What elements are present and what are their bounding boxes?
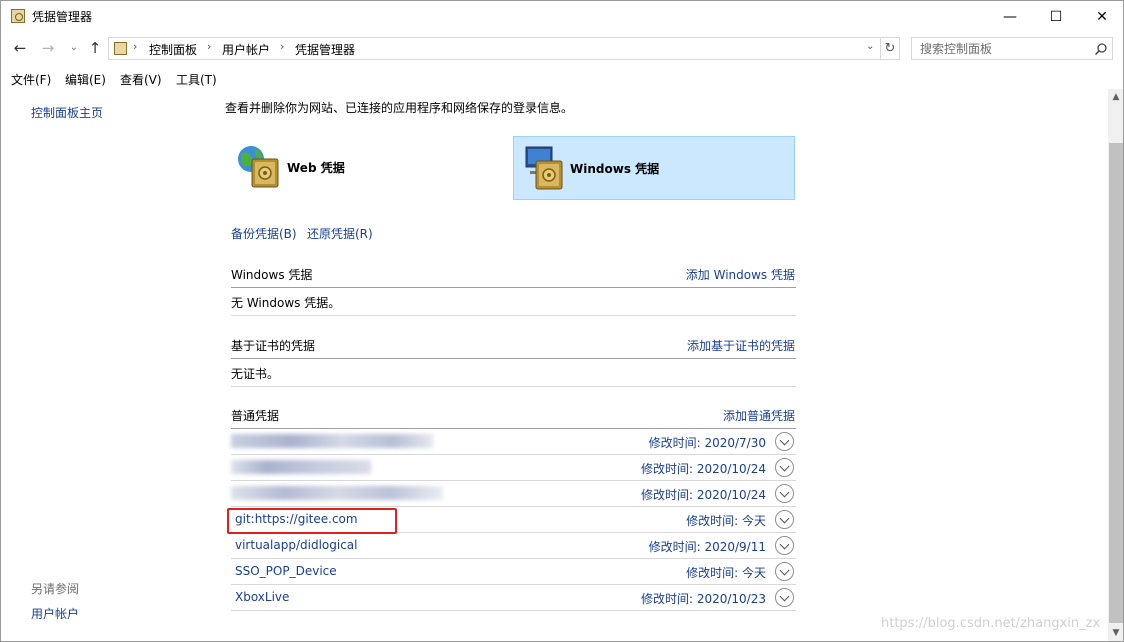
menu-file[interactable]: 文件(F) [11, 71, 51, 88]
close-button[interactable]: ✕ [1079, 1, 1123, 32]
breadcrumb-separator[interactable]: › [280, 40, 284, 53]
chevron-down-circle-icon[interactable] [775, 562, 794, 581]
credential-manager-window: 凭据管理器 — ☐ ✕ ← → ⌄ ↑ › 控制面板 › 用户帐户 › 凭据管理… [0, 0, 1124, 642]
add-generic-credential-link[interactable]: 添加普通凭据 [723, 407, 795, 424]
recent-locations-chevron-icon[interactable]: ⌄ [65, 39, 83, 57]
breadcrumb-control-panel[interactable]: 控制面板 [149, 41, 197, 58]
credential-row[interactable]: 修改时间: 2020/7/30 [231, 429, 796, 455]
section-divider [231, 315, 796, 316]
credential-modified-date: 修改时间: 今天 [686, 514, 766, 528]
refresh-icon[interactable]: ↻ [881, 37, 900, 60]
chevron-down-circle-icon[interactable] [775, 510, 794, 529]
credential-name[interactable]: virtualapp/didlogical [235, 538, 357, 552]
back-arrow-icon[interactable]: ← [11, 39, 29, 57]
menu-bar: 文件(F) 编辑(E) 查看(V) 工具(T) [1, 68, 1123, 88]
breadcrumb-user-accounts[interactable]: 用户帐户 [222, 41, 270, 58]
scroll-up-arrow-icon[interactable]: ▲ [1108, 89, 1123, 106]
windows-credentials-empty-text: 无 Windows 凭据。 [231, 296, 341, 310]
windows-credentials-section-title: Windows 凭据 [231, 268, 313, 282]
credential-row[interactable]: SSO_POP_Device 修改时间: 今天 [231, 559, 796, 585]
highlight-annotation-box [227, 508, 397, 534]
watermark-text: https://blog.csdn.net/zhangxin_zx [881, 616, 1101, 631]
chevron-down-circle-icon[interactable] [775, 432, 794, 451]
intro-text: 查看并删除你为网站、已连接的应用程序和网络保存的登录信息。 [225, 101, 574, 115]
section-divider [231, 386, 796, 387]
generic-credentials-section-title: 普通凭据 [231, 409, 280, 423]
address-dropdown-icon[interactable]: ⌄ [866, 41, 874, 52]
backup-credentials-link[interactable]: 备份凭据(B) [231, 225, 297, 242]
minimize-button[interactable]: — [987, 1, 1033, 32]
menu-view[interactable]: 查看(V) [120, 71, 162, 88]
maximize-button[interactable]: ☐ [1033, 1, 1079, 32]
add-certificate-credential-link[interactable]: 添加基于证书的凭据 [687, 337, 795, 354]
breadcrumb-credential-manager[interactable]: 凭据管理器 [295, 41, 355, 58]
search-input[interactable] [920, 41, 1090, 57]
breadcrumb-separator[interactable]: › [133, 40, 137, 53]
certificate-credentials-empty-text: 无证书。 [231, 367, 280, 381]
certificate-credentials-section-title: 基于证书的凭据 [231, 339, 316, 353]
address-bar[interactable]: › 控制面板 › 用户帐户 › 凭据管理器 ⌄ [108, 37, 881, 60]
chevron-down-circle-icon[interactable] [775, 536, 794, 555]
section-divider [231, 287, 796, 288]
credential-row[interactable]: virtualapp/didlogical 修改时间: 2020/9/11 [231, 533, 796, 559]
credential-modified-date: 修改时间: 2020/10/24 [640, 462, 766, 476]
credential-modified-date: 修改时间: 2020/7/30 [648, 436, 766, 450]
breadcrumb-separator[interactable]: › [207, 40, 211, 53]
redacted-credential-name [231, 434, 433, 448]
see-also-heading: 另请参阅 [31, 582, 80, 596]
restore-credentials-link[interactable]: 还原凭据(R) [307, 225, 373, 242]
credential-row[interactable]: 修改时间: 2020/10/24 [231, 455, 796, 481]
credential-manager-icon [11, 9, 25, 23]
search-icon[interactable] [1094, 42, 1108, 56]
up-arrow-icon[interactable]: ↑ [86, 39, 104, 57]
windows-credentials-tile[interactable]: Windows 凭据 [513, 136, 795, 200]
control-panel-home-link[interactable]: 控制面板主页 [31, 104, 103, 121]
credential-row[interactable]: XboxLive 修改时间: 2020/10/23 [231, 585, 796, 611]
chevron-down-circle-icon[interactable] [775, 484, 794, 503]
user-accounts-link[interactable]: 用户帐户 [31, 605, 79, 622]
scroll-down-arrow-icon[interactable]: ▼ [1108, 625, 1123, 641]
search-box[interactable] [911, 37, 1113, 60]
web-credentials-tile[interactable]: Web 凭据 [231, 136, 501, 200]
credential-modified-date: 修改时间: 2020/10/23 [640, 592, 766, 606]
credential-modified-date: 修改时间: 2020/9/11 [648, 540, 766, 554]
windows-credentials-icon [525, 146, 563, 190]
window-title: 凭据管理器 [32, 10, 93, 24]
forward-arrow-icon[interactable]: → [39, 39, 57, 57]
web-credentials-icon [238, 146, 279, 188]
chevron-down-circle-icon[interactable] [775, 458, 794, 477]
redacted-credential-name [231, 460, 371, 474]
chevron-down-circle-icon[interactable] [775, 588, 794, 607]
credential-modified-date: 修改时间: 今天 [686, 566, 766, 580]
menu-edit[interactable]: 编辑(E) [65, 71, 106, 88]
section-divider [231, 358, 796, 359]
add-windows-credential-link[interactable]: 添加 Windows 凭据 [686, 266, 795, 283]
scrollbar-thumb[interactable] [1109, 143, 1123, 623]
web-credentials-label[interactable]: Web 凭据 [287, 159, 345, 176]
credential-name[interactable]: SSO_POP_Device [235, 564, 337, 578]
credential-row[interactable]: 修改时间: 2020/10/24 [231, 481, 796, 507]
menu-tools[interactable]: 工具(T) [176, 71, 217, 88]
control-panel-icon [114, 42, 127, 55]
vertical-scrollbar[interactable]: ▲ ▼ [1108, 89, 1123, 641]
credential-name[interactable]: XboxLive [235, 590, 289, 604]
redacted-credential-name [231, 486, 443, 500]
credential-modified-date: 修改时间: 2020/10/24 [640, 488, 766, 502]
windows-credentials-label[interactable]: Windows 凭据 [570, 160, 659, 177]
title-bar: 凭据管理器 — ☐ ✕ [1, 1, 1123, 32]
